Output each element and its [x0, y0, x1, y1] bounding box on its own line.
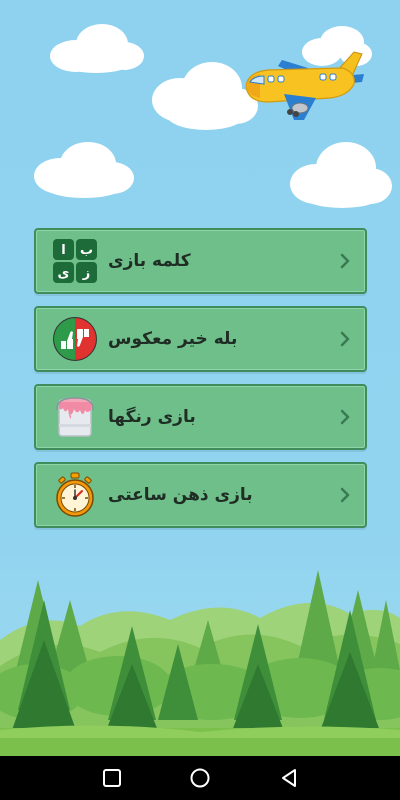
- chevron-right-icon: [340, 253, 350, 269]
- home-icon[interactable]: [189, 767, 211, 789]
- menu-item-colors-game[interactable]: بازی رنگها: [34, 384, 367, 450]
- tile-letter: ی: [58, 266, 70, 281]
- tile-letter: ب: [80, 243, 93, 258]
- menu-item-word-game[interactable]: کلمه بازی ب ا ز ی: [34, 228, 367, 294]
- menu-item-label: بازی رنگها: [108, 407, 196, 427]
- system-navigation-bar: [0, 756, 400, 800]
- cloud: [34, 142, 134, 198]
- thumbs-up-down-icon: [53, 317, 97, 361]
- recent-apps-icon[interactable]: [101, 767, 123, 789]
- menu-item-yes-no-reverse[interactable]: بله خیر معکوس: [34, 306, 367, 372]
- cloud: [290, 142, 392, 208]
- paint-bucket-icon: [56, 397, 94, 437]
- cloud: [50, 24, 144, 73]
- menu-item-clock-mind-game[interactable]: بازی ذهن ساعتی: [34, 462, 367, 528]
- airplane-illustration: [245, 51, 364, 120]
- menu-item-label: بله خیر معکوس: [108, 329, 238, 349]
- letter-tiles-icon: ب ا ز ی: [53, 239, 97, 283]
- back-icon[interactable]: [278, 767, 300, 789]
- chevron-right-icon: [340, 331, 350, 347]
- forest-illustration: [0, 570, 400, 756]
- menu-item-label: کلمه بازی: [108, 251, 191, 271]
- game-menu: کلمه بازی ب ا ز ی بله خیر معکوس بازی رنگ…: [34, 228, 367, 540]
- chevron-right-icon: [340, 487, 350, 503]
- menu-item-label: بازی ذهن ساعتی: [108, 485, 253, 505]
- tile-letter: ز: [82, 266, 90, 281]
- stopwatch-icon: [56, 472, 94, 517]
- tile-letter: ا: [61, 243, 65, 258]
- chevron-right-icon: [340, 409, 350, 425]
